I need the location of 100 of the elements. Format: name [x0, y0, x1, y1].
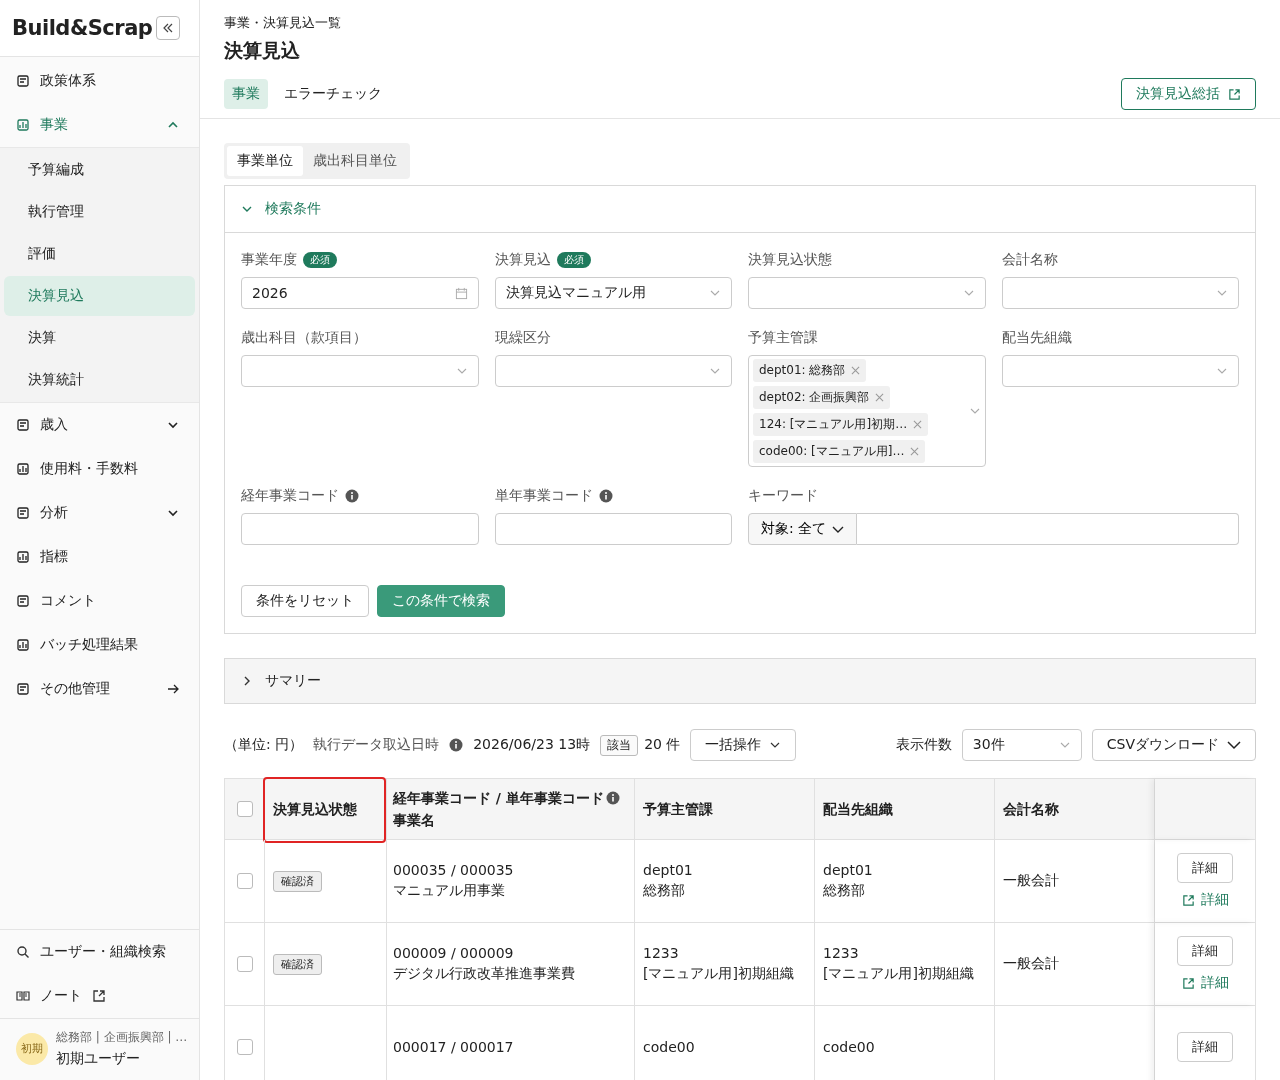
calendar-icon	[454, 286, 468, 300]
column-header: 会計名称	[1003, 800, 1059, 819]
nav-item[interactable]: 分析	[0, 491, 199, 535]
column-header: 決算見込状態	[273, 800, 357, 819]
selected-tag[interactable]: dept01: 総務部	[753, 359, 867, 382]
segment-tab[interactable]: 歳出科目単位	[303, 146, 407, 176]
import-date-label: 執行データ取込日時	[313, 736, 440, 754]
external-link-icon	[1181, 976, 1195, 990]
sidebar-link[interactable]: ユーザー・組織検索	[40, 943, 166, 961]
organization-code: dept01	[823, 862, 873, 878]
nav-item[interactable]: 歳入	[0, 403, 199, 447]
organization-code: 1233	[823, 945, 860, 961]
info-icon	[449, 738, 464, 752]
nav-subitem[interactable]: 決算	[4, 318, 195, 358]
organization-name: 総務部	[823, 882, 866, 900]
select-field[interactable]	[1001, 277, 1239, 309]
nav-item[interactable]: 使用料・手数料	[0, 447, 199, 491]
bulk-action-button[interactable]: 一括操作	[690, 729, 797, 761]
department-code: code00	[643, 1039, 695, 1055]
select-field[interactable]	[1001, 355, 1239, 387]
project-code: 000017 / 000017	[393, 1039, 514, 1055]
detail-link[interactable]: 詳細	[1181, 891, 1229, 909]
breadcrumb: 事業・決算見込一覧	[224, 14, 342, 32]
page-size-select[interactable]: 30件	[961, 729, 1082, 761]
row-checkbox[interactable]	[236, 1039, 253, 1055]
detail-button[interactable]: 詳細	[1177, 936, 1233, 966]
arrow-right-icon	[167, 683, 179, 695]
detail-link[interactable]: 詳細	[1181, 974, 1229, 992]
close-icon[interactable]	[913, 420, 923, 429]
csv-download-button[interactable]: CSVダウンロード	[1091, 729, 1256, 761]
field-label: 単年事業コード	[494, 487, 593, 505]
segment-tab[interactable]: 事業単位	[227, 146, 303, 176]
keyword-field[interactable]	[857, 513, 1239, 545]
field-label: 配当先組織	[1001, 329, 1072, 347]
column-header: 予算主管課	[643, 800, 713, 819]
nav-item[interactable]: バッチ処理結果	[0, 623, 199, 667]
sidebar-link[interactable]: ノート	[40, 987, 82, 1005]
project-code: 000035 / 000035	[393, 862, 514, 878]
selected-tag[interactable]: dept02: 企画振興部	[753, 386, 891, 409]
row-checkbox[interactable]	[236, 956, 253, 972]
select-all-checkbox[interactable]	[236, 801, 253, 817]
detail-button[interactable]: 詳細	[1177, 1032, 1233, 1062]
nav-item[interactable]: その他管理	[0, 667, 199, 711]
close-icon[interactable]	[910, 447, 920, 456]
department-code: 1233	[643, 945, 680, 961]
text-field[interactable]	[241, 513, 479, 545]
result-count: 20 件	[644, 736, 681, 754]
tab[interactable]: 事業	[224, 79, 268, 109]
department-code: dept01	[643, 862, 693, 878]
close-icon[interactable]	[875, 393, 885, 402]
user-avatar: 初期	[16, 1032, 48, 1065]
nav-subitem[interactable]: 評価	[4, 234, 195, 274]
search-panel-header[interactable]: 検索条件	[225, 186, 1255, 233]
selected-tag[interactable]: 124: [マニュアル用]初期…	[753, 413, 929, 436]
date-field[interactable]: 2026	[241, 277, 479, 309]
target-dropdown[interactable]: 対象: 全て	[748, 513, 858, 545]
reset-button[interactable]: 条件をリセット	[241, 585, 369, 617]
status-badge: 確認済	[273, 953, 322, 975]
user-organizations: 総務部 | 企画振興部 | …	[56, 1029, 188, 1046]
nav-item[interactable]: 政策体系	[0, 59, 199, 103]
nav-subitem[interactable]: 決算統計	[4, 360, 195, 400]
select-field[interactable]	[494, 355, 732, 387]
nav-item[interactable]: 指標	[0, 535, 199, 579]
app-logo: Build&Scrap	[12, 16, 153, 40]
import-date: 2026/06/23 13時	[473, 736, 591, 754]
user-name: 初期ユーザー	[56, 1050, 141, 1068]
field-label: 歳出科目（款項目）	[241, 329, 367, 347]
field-label: 会計名称	[1001, 251, 1058, 269]
double-chevron-left-icon	[162, 22, 175, 34]
collapse-button[interactable]	[156, 16, 181, 40]
multi-select-field[interactable]: dept01: 総務部 dept02: 企画振興部 124: [マニュアル用]初期… code00: [マニュアル用]…	[748, 355, 986, 467]
row-checkbox[interactable]	[236, 873, 253, 889]
match-badge: 該当	[600, 734, 639, 756]
column-header: 配当先組織	[823, 800, 893, 819]
column-header: 経年事業コード / 単年事業コード 事業名	[393, 787, 620, 831]
field-label: 決算見込状態	[748, 251, 832, 269]
account-name: 一般会計	[1003, 955, 1059, 973]
book-icon	[16, 989, 30, 1003]
select-field[interactable]: 決算見込マニュアル用	[494, 277, 732, 309]
text-field[interactable]	[494, 513, 732, 545]
field-label: 事業年度	[241, 251, 297, 269]
tab[interactable]: エラーチェック	[276, 79, 390, 109]
nav-subitem[interactable]: 予算編成	[4, 150, 195, 190]
page-title: 決算見込	[224, 38, 301, 63]
selected-tag[interactable]: code00: [マニュアル用]…	[753, 440, 926, 463]
account-name: 一般会計	[1003, 872, 1059, 890]
select-field[interactable]	[241, 355, 479, 387]
close-icon[interactable]	[851, 366, 861, 375]
summary-report-button[interactable]: 決算見込総括	[1121, 78, 1256, 110]
organization-name: [マニュアル用]初期組織	[823, 965, 974, 983]
required-badge: 必須	[303, 252, 337, 268]
nav-subitem[interactable]: 執行管理	[4, 192, 195, 232]
nav-item[interactable]: コメント	[0, 579, 199, 623]
summary-panel[interactable]: サマリー	[224, 658, 1256, 704]
nav-item[interactable]: 事業	[0, 103, 199, 147]
field-label: 決算見込	[494, 251, 551, 269]
select-field[interactable]	[748, 277, 986, 309]
detail-button[interactable]: 詳細	[1177, 853, 1233, 883]
page-size-label: 表示件数	[895, 736, 952, 754]
nav-subitem[interactable]: 決算見込	[4, 276, 195, 316]
